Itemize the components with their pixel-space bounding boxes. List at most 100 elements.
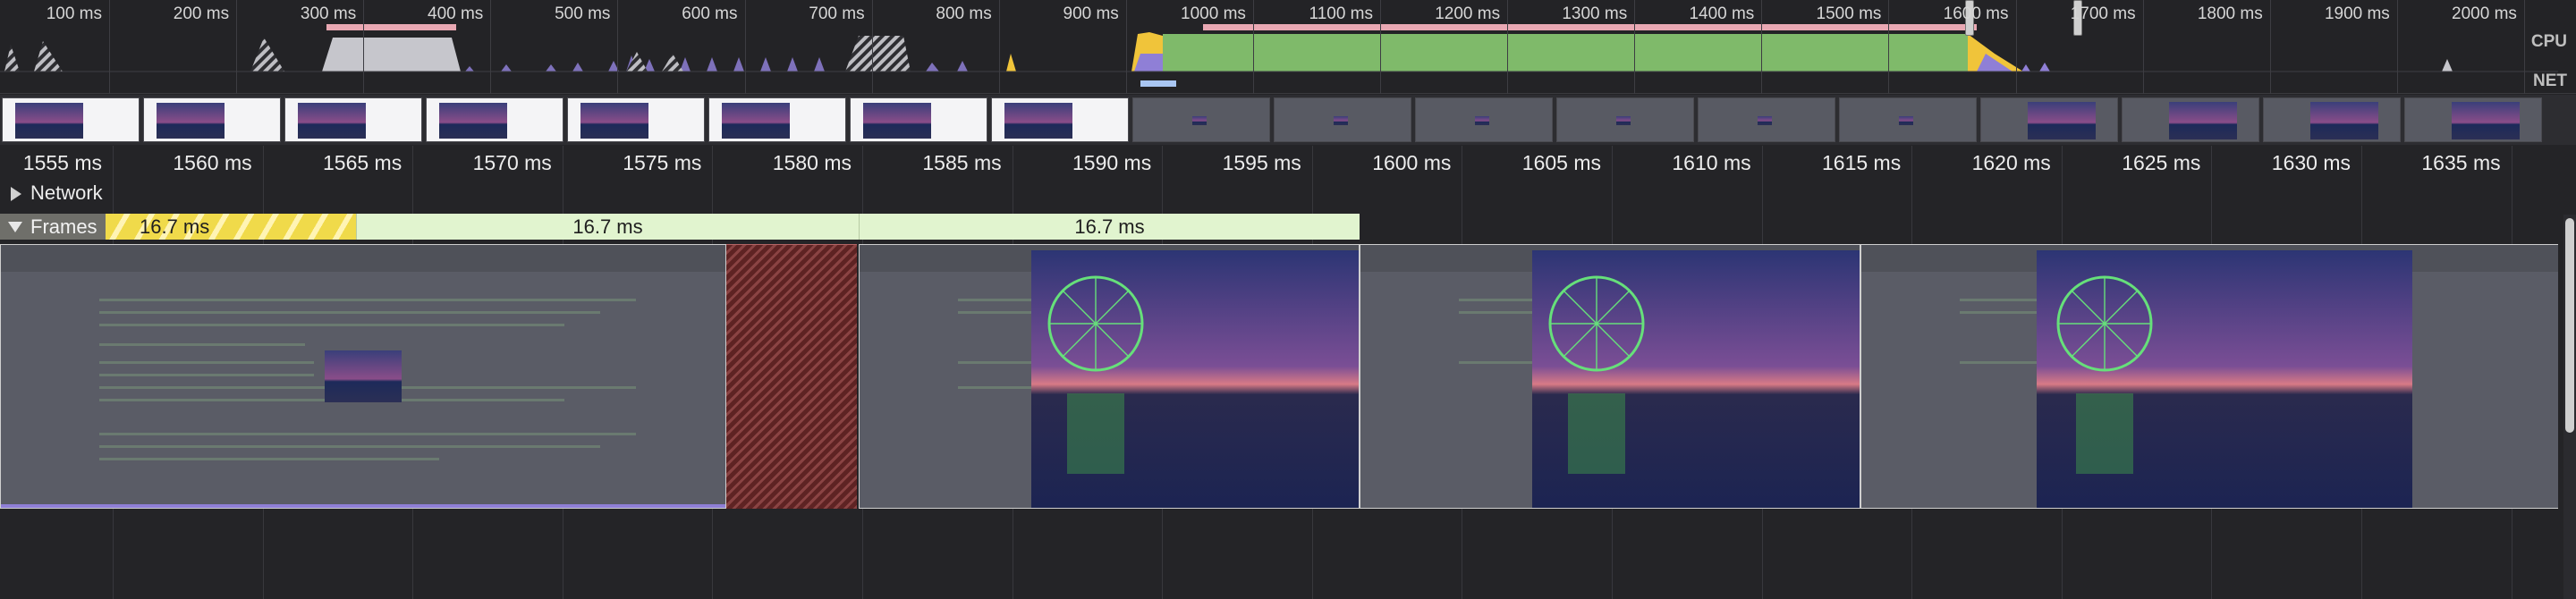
overview-tick-label: 600 ms bbox=[682, 4, 738, 23]
overview-gridline bbox=[2523, 0, 2525, 94]
filmstrip-thumbnail[interactable] bbox=[1698, 97, 1835, 142]
filmstrip-thumbnail[interactable] bbox=[1274, 97, 1411, 142]
ruler-tick-label: 1630 ms bbox=[2271, 151, 2351, 174]
overview-tick-label: 1200 ms bbox=[1435, 4, 1501, 23]
overview-tick-label: 400 ms bbox=[428, 4, 484, 23]
filmstrip-thumbnail[interactable] bbox=[2122, 97, 2259, 142]
overview-tick-label: 1100 ms bbox=[1309, 4, 1373, 23]
frame-block[interactable]: 16.7 ms bbox=[859, 214, 1360, 240]
ruler-tick-label: 1600 ms bbox=[1372, 151, 1452, 174]
filmstrip-thumbnail[interactable] bbox=[1132, 97, 1270, 142]
filmstrip-thumbnail[interactable] bbox=[708, 97, 846, 142]
overview-tick-label: 500 ms bbox=[555, 4, 611, 23]
overview-tick-label: 800 ms bbox=[936, 4, 992, 23]
frame-screenshot[interactable] bbox=[1360, 244, 1860, 509]
filmstrip-thumbnail[interactable] bbox=[567, 97, 705, 142]
cpu-activity-chart bbox=[0, 32, 2558, 87]
overview-gridline bbox=[1761, 0, 1763, 94]
frame-screenshot[interactable] bbox=[0, 244, 726, 509]
ruler-tick-label: 1605 ms bbox=[1521, 151, 1601, 174]
filmstrip-thumbnail[interactable] bbox=[1839, 97, 1977, 142]
screenshot-filmstrip[interactable] bbox=[0, 95, 2576, 145]
overview-tick-label: 1300 ms bbox=[1562, 4, 1628, 23]
net-label: NET bbox=[2533, 72, 2567, 90]
overview-tick-label: 1600 ms bbox=[1943, 4, 2009, 23]
overview-tick-label: 900 ms bbox=[1063, 4, 1119, 23]
overview-selection-marker bbox=[1203, 24, 1977, 30]
ferris-wheel-photo bbox=[1031, 250, 1359, 508]
overview-gridline bbox=[1252, 0, 1254, 94]
overview-gridline bbox=[1380, 0, 1381, 94]
overview-gridline bbox=[2269, 0, 2271, 94]
ferris-wheel-photo bbox=[1532, 250, 1860, 508]
overview-gridline bbox=[998, 0, 1000, 94]
ferris-wheel-photo bbox=[2037, 250, 2412, 508]
overview-gridline bbox=[1507, 0, 1509, 94]
overview-tick-label: 300 ms bbox=[300, 4, 357, 23]
ruler-tick-label: 1575 ms bbox=[623, 151, 702, 174]
overview-selection-marker bbox=[326, 24, 456, 30]
overview-gridline bbox=[744, 0, 746, 94]
frames-track[interactable]: Frames 16.7 ms 16.7 ms 16.7 ms bbox=[0, 212, 2576, 241]
overview-tick-label: 1700 ms bbox=[2070, 4, 2136, 23]
ruler-tick-label: 1590 ms bbox=[1072, 151, 1152, 174]
overview-tick-label: 1000 ms bbox=[1181, 4, 1246, 23]
filmstrip-thumbnail[interactable] bbox=[2263, 97, 2401, 142]
filmstrip-thumbnail[interactable] bbox=[426, 97, 564, 142]
vertical-scrollbar[interactable] bbox=[2563, 215, 2576, 599]
dropped-frame[interactable] bbox=[726, 244, 857, 509]
overview-tick-label: 1900 ms bbox=[2324, 4, 2390, 23]
ruler-tick-label: 1595 ms bbox=[1222, 151, 1301, 174]
ruler-tick-label: 1620 ms bbox=[1971, 151, 2051, 174]
ruler-tick-label: 1585 ms bbox=[922, 151, 1002, 174]
filmstrip-thumbnail[interactable] bbox=[143, 97, 281, 142]
filmstrip-thumbnail[interactable] bbox=[284, 97, 422, 142]
filmstrip-thumbnail[interactable] bbox=[1980, 97, 2118, 142]
frames-track-header[interactable]: Frames bbox=[0, 214, 106, 240]
overview-gridline bbox=[2015, 0, 2017, 94]
performance-panel: { "overview": { "ticks": ["100 ms","200 … bbox=[0, 0, 2576, 599]
overview-tick-label: 100 ms bbox=[46, 4, 102, 23]
overview-gridline bbox=[1634, 0, 1636, 94]
frames-track-title: Frames bbox=[30, 215, 97, 238]
filmstrip-thumbnail[interactable] bbox=[1556, 97, 1694, 142]
frame-screenshot[interactable] bbox=[1860, 244, 2558, 509]
ruler-tick-label: 1560 ms bbox=[173, 151, 252, 174]
scrollbar-thumb[interactable] bbox=[2565, 218, 2574, 433]
overview-tick-label: 1800 ms bbox=[2197, 4, 2263, 23]
triangle-right-icon[interactable] bbox=[11, 187, 21, 201]
network-track-header[interactable]: Network bbox=[0, 180, 2576, 207]
frame-duration: 16.7 ms bbox=[1074, 215, 1145, 238]
overview-gridline bbox=[2142, 0, 2144, 94]
overview-gridline bbox=[490, 0, 492, 94]
ruler-tick-label: 1615 ms bbox=[1821, 151, 1902, 174]
filmstrip-thumbnail[interactable] bbox=[850, 97, 987, 142]
overview-gridline bbox=[2396, 0, 2398, 94]
overview-gridline bbox=[617, 0, 619, 94]
frame-screenshot[interactable] bbox=[859, 244, 1360, 509]
overview-gridline bbox=[1888, 0, 1890, 94]
triangle-down-icon[interactable] bbox=[8, 222, 22, 232]
filmstrip-thumbnail[interactable] bbox=[991, 97, 1129, 142]
ruler-tick-label: 1580 ms bbox=[772, 151, 852, 174]
timeline-overview[interactable]: CPU NET 100 ms 200 ms 300 ms 400 ms 500 ms 60… bbox=[0, 0, 2576, 94]
overview-tick-label: 2000 ms bbox=[2452, 4, 2517, 23]
time-ruler: 1555 ms 1560 ms 1565 ms 1570 ms 1575 ms 1580 … bbox=[0, 146, 2576, 180]
frame-duration: 16.7 ms bbox=[140, 215, 210, 238]
frame-block[interactable]: 16.7 ms bbox=[356, 214, 859, 240]
filmstrip-thumbnail[interactable] bbox=[2, 97, 140, 142]
overview-gridline bbox=[109, 0, 110, 94]
ruler-tick-label: 1565 ms bbox=[322, 151, 402, 174]
filmstrip-thumbnail[interactable] bbox=[1415, 97, 1553, 142]
ruler-tick-label: 1610 ms bbox=[1672, 151, 1751, 174]
overview-tick-label: 1400 ms bbox=[1689, 4, 1755, 23]
cpu-label: CPU bbox=[2530, 32, 2567, 51]
overview-tick-label: 1500 ms bbox=[1816, 4, 1882, 23]
frame-block[interactable]: 16.7 ms bbox=[106, 214, 356, 240]
overview-gridline bbox=[363, 0, 365, 94]
overview-tick-label: 200 ms bbox=[173, 4, 230, 23]
filmstrip-thumbnail[interactable] bbox=[2404, 97, 2542, 142]
ruler-tick-label: 1555 ms bbox=[22, 151, 102, 174]
ruler-tick-label: 1625 ms bbox=[2122, 151, 2201, 174]
frame-duration: 16.7 ms bbox=[572, 215, 643, 238]
